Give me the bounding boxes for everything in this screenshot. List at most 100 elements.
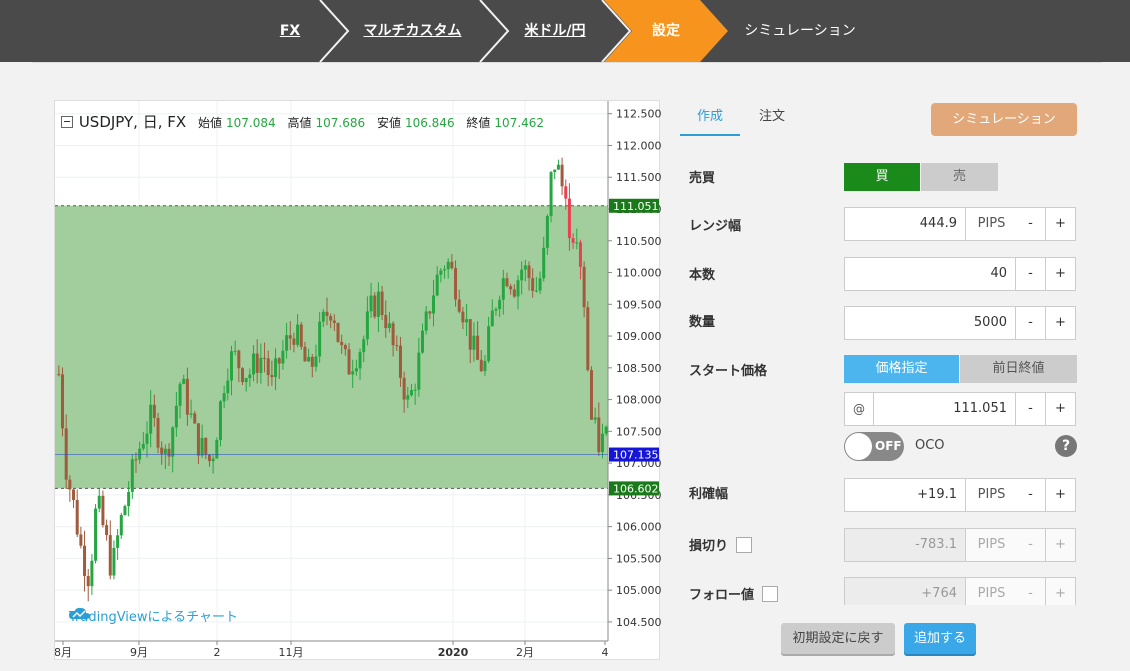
add-button[interactable]: 追加する bbox=[904, 623, 976, 654]
legend-high-label: 高値 bbox=[287, 116, 312, 130]
candle-body bbox=[476, 335, 480, 360]
candle-body bbox=[277, 358, 281, 364]
simulation-button[interactable]: シミュレーション bbox=[931, 103, 1077, 136]
candle-body bbox=[167, 448, 171, 457]
start-price-input[interactable]: 111.051 bbox=[874, 392, 1016, 426]
candle-body bbox=[145, 433, 149, 444]
tab-create[interactable]: 作成 bbox=[680, 102, 740, 136]
candle-body bbox=[516, 280, 520, 297]
quantity-minus-button[interactable]: - bbox=[1016, 306, 1046, 340]
stop-loss-value: -783.1 bbox=[915, 537, 957, 552]
arrow-divider bbox=[319, 0, 350, 62]
tradingview-text: TradingViewによるチャート bbox=[69, 610, 239, 625]
candle-body bbox=[498, 299, 502, 310]
price-chart[interactable]: 112.500112.000111.500111.000110.500110.0… bbox=[54, 100, 661, 661]
crumb-multicustom[interactable]: マルチカスタム bbox=[355, 0, 470, 62]
reset-defaults-button[interactable]: 初期設定に戻す bbox=[781, 623, 895, 654]
tradingview-watermark[interactable]: TradingViewによるチャート bbox=[69, 606, 238, 625]
candle-body bbox=[443, 269, 447, 271]
candle-body bbox=[226, 380, 230, 394]
range-label: レンジ幅 bbox=[689, 219, 742, 234]
candle-body bbox=[343, 345, 347, 350]
candle-body bbox=[321, 311, 325, 322]
tab-order[interactable]: 注文 bbox=[742, 102, 802, 136]
candle-body bbox=[351, 371, 355, 375]
candle-body bbox=[424, 311, 428, 331]
candle-body bbox=[527, 265, 531, 279]
candle-body bbox=[461, 311, 465, 323]
stop-loss-plus-button[interactable]: + bbox=[1046, 528, 1076, 562]
quantity-plus-button[interactable]: + bbox=[1046, 306, 1076, 340]
candle-body bbox=[501, 278, 505, 300]
candle-body bbox=[193, 413, 197, 424]
candle-body bbox=[387, 323, 391, 329]
candle-body bbox=[127, 491, 131, 507]
breadcrumb: FX マルチカスタム 米ドル/円 設定 シミュレーション bbox=[0, 0, 1130, 62]
candle-body bbox=[116, 535, 120, 548]
candle-body bbox=[428, 311, 432, 314]
price-tick-label: 106.000 bbox=[616, 521, 661, 534]
help-icon[interactable]: ? bbox=[1055, 435, 1077, 457]
crumb-usdjpy[interactable]: 米ドル/円 bbox=[515, 0, 595, 62]
take-profit-input[interactable]: +19.1 bbox=[844, 478, 966, 512]
candle-body bbox=[299, 324, 303, 347]
count-minus-button[interactable]: - bbox=[1016, 257, 1046, 291]
candle-body bbox=[152, 404, 156, 418]
count-input[interactable]: 40 bbox=[844, 257, 1016, 291]
candle-body bbox=[189, 413, 193, 415]
price-specified-toggle[interactable]: 価格指定 bbox=[844, 355, 959, 383]
start-price-minus-button[interactable]: - bbox=[1016, 392, 1046, 426]
prev-close-toggle[interactable]: 前日終値 bbox=[960, 355, 1077, 383]
candle-body bbox=[303, 346, 307, 362]
take-profit-plus-button[interactable]: + bbox=[1046, 478, 1076, 512]
candle-body bbox=[97, 495, 101, 509]
candle-body bbox=[61, 374, 65, 429]
time-tick-label: 4 bbox=[602, 646, 609, 659]
candle-body bbox=[72, 489, 76, 501]
candle-body bbox=[90, 560, 94, 587]
stop-loss-input[interactable]: -783.1 bbox=[844, 528, 966, 562]
candle-body bbox=[560, 164, 564, 187]
candle-body bbox=[578, 242, 582, 267]
candle-body bbox=[237, 350, 241, 369]
candle-body bbox=[64, 428, 68, 480]
take-profit-minus-button[interactable]: - bbox=[1016, 478, 1046, 512]
price-tick-label: 110.000 bbox=[616, 267, 661, 280]
chart-canvas[interactable]: 112.500112.000111.500111.000110.500110.0… bbox=[55, 101, 661, 661]
legend-high-value: 107.686 bbox=[315, 116, 366, 130]
crumb-fx[interactable]: FX bbox=[270, 0, 310, 62]
candle-body bbox=[340, 341, 344, 346]
price-tick-label: 108.500 bbox=[616, 362, 661, 375]
candle-body bbox=[292, 338, 296, 345]
oco-toggle[interactable]: OFF bbox=[844, 432, 904, 461]
candle-body bbox=[365, 311, 369, 340]
crumb-settings: 設定 bbox=[652, 23, 680, 39]
sell-toggle[interactable]: 売 bbox=[921, 163, 998, 191]
quantity-input[interactable]: 5000 bbox=[844, 306, 1016, 340]
candle-body bbox=[450, 261, 454, 269]
range-input[interactable]: 444.9 bbox=[844, 207, 966, 241]
candle-body bbox=[75, 500, 79, 535]
follow-checkbox[interactable] bbox=[762, 586, 779, 602]
divider bbox=[32, 62, 1102, 63]
count-plus-button[interactable]: + bbox=[1046, 257, 1076, 291]
range-plus-button[interactable]: + bbox=[1046, 207, 1076, 241]
range-minus-button[interactable]: - bbox=[1016, 207, 1046, 241]
candle-body bbox=[332, 320, 336, 323]
collapse-legend-icon[interactable] bbox=[61, 116, 73, 128]
candle-body bbox=[380, 291, 384, 316]
take-profit-unit: PIPS bbox=[966, 478, 1018, 512]
stop-loss-checkbox[interactable] bbox=[736, 537, 753, 553]
candle-body bbox=[86, 576, 90, 587]
buy-toggle[interactable]: 買 bbox=[844, 163, 920, 191]
start-price-plus-button[interactable]: + bbox=[1046, 392, 1076, 426]
time-tick-label: 8月 bbox=[55, 646, 72, 659]
candle-body bbox=[134, 459, 138, 461]
take-profit-value: +19.1 bbox=[917, 487, 957, 502]
start-price-value: 111.051 bbox=[953, 401, 1007, 416]
candle-body bbox=[553, 169, 557, 173]
count-label: 本数 bbox=[689, 268, 716, 283]
stop-loss-minus-button[interactable]: - bbox=[1016, 528, 1046, 562]
price-tick-label: 109.500 bbox=[616, 298, 661, 311]
candle-body bbox=[105, 525, 109, 536]
